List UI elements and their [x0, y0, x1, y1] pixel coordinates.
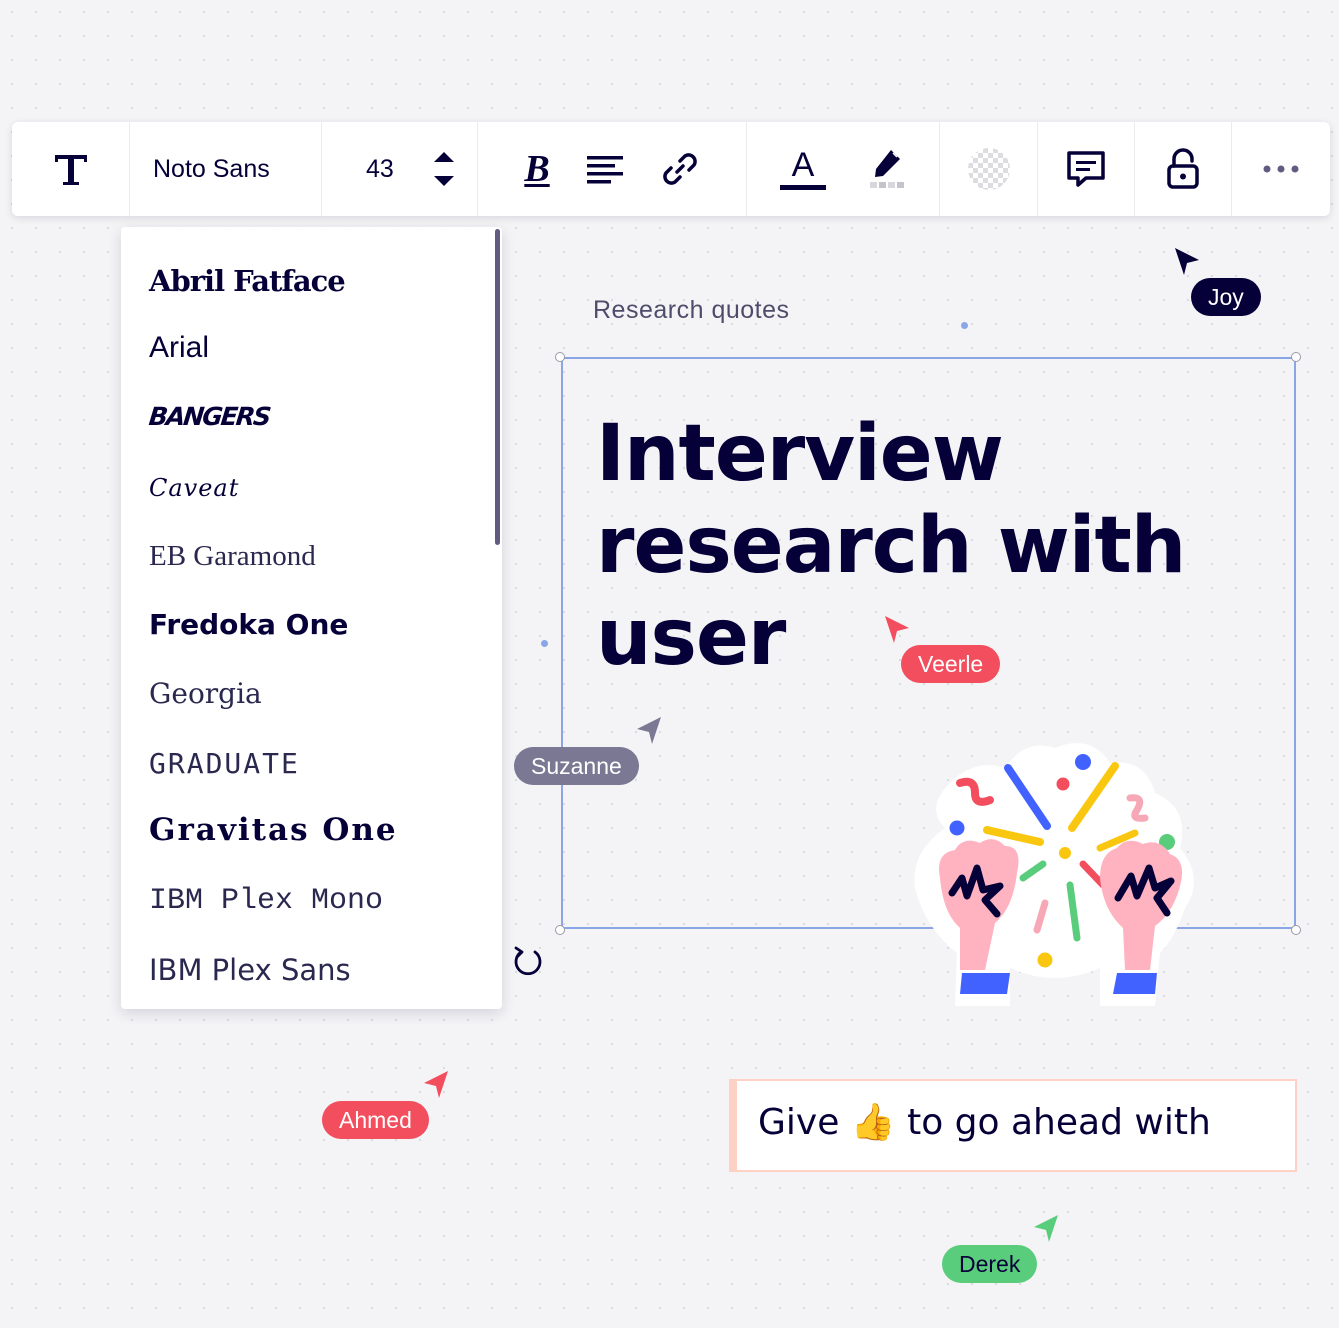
- decrease-size-icon[interactable]: [433, 176, 454, 186]
- font-option-caveat[interactable]: Caveat: [149, 463, 239, 513]
- text-color-bar: [780, 185, 826, 190]
- derek-cursor-icon: [1034, 1215, 1058, 1242]
- text-color-button[interactable]: A: [779, 148, 827, 190]
- font-option-fredoka-one[interactable]: Fredoka One: [149, 600, 348, 650]
- font-family-select[interactable]: Noto Sans: [130, 122, 322, 216]
- resize-handle-bottom-right[interactable]: [1291, 925, 1301, 935]
- collaborator-label-derek: Derek: [942, 1245, 1038, 1283]
- font-option-georgia[interactable]: Georgia: [149, 669, 262, 719]
- sticky-note[interactable]: Give 👍 to go ahead with: [729, 1079, 1297, 1172]
- font-option-abril-fatface[interactable]: Abril Fatface: [149, 256, 346, 306]
- connector-dot-left[interactable]: [541, 640, 548, 647]
- more-options-button[interactable]: [1232, 122, 1330, 216]
- font-option-gravitas-one[interactable]: Gravitas One: [149, 805, 398, 855]
- font-family-value: Noto Sans: [153, 154, 270, 183]
- resize-handle-top-right[interactable]: [1291, 352, 1301, 362]
- resize-handle-top-left[interactable]: [555, 352, 565, 362]
- collaborator-label-suzanne: Suzanne: [514, 747, 639, 785]
- increase-size-icon[interactable]: [433, 152, 454, 162]
- collaborator-label-ahmed: Ahmed: [322, 1101, 429, 1139]
- font-size-stepper[interactable]: [433, 152, 454, 186]
- format-group: B: [478, 122, 747, 216]
- font-option-ibm-plex-mono[interactable]: IBM Plex Mono: [149, 876, 383, 926]
- suzanne-cursor-icon: [637, 717, 661, 744]
- resize-handle-bottom-left[interactable]: [555, 925, 565, 935]
- font-option-arial[interactable]: Arial: [149, 323, 209, 373]
- note-text-after: to go ahead with: [907, 1102, 1211, 1143]
- color-group: A: [747, 122, 940, 216]
- align-left-icon: [586, 156, 623, 184]
- highlight-button[interactable]: [867, 147, 907, 191]
- collaborator-label-veerle: Veerle: [901, 645, 1001, 683]
- more-horizontal-icon: [1263, 165, 1299, 173]
- fill-color-button[interactable]: [940, 122, 1038, 216]
- text-tool-button[interactable]: [12, 122, 130, 216]
- bold-icon: B: [524, 148, 550, 190]
- unlock-icon: [1167, 148, 1199, 189]
- collaborator-label-joy: Joy: [1191, 278, 1261, 316]
- frame-label[interactable]: Research quotes: [593, 296, 790, 325]
- note-text-before: Give: [758, 1102, 840, 1143]
- bold-button[interactable]: B: [524, 150, 549, 188]
- thumbs-up-emoji: 👍: [850, 1102, 896, 1143]
- font-option-graduate[interactable]: GRADUATE: [149, 739, 300, 789]
- text-t-icon: [54, 155, 87, 185]
- joy-cursor-icon: [1175, 248, 1199, 275]
- rotate-icon[interactable]: [510, 944, 544, 978]
- text-color-icon: A: [791, 146, 815, 184]
- celebration-illustration: [914, 743, 1194, 1006]
- font-option-ibm-plex-sans[interactable]: IBM Plex Sans: [149, 945, 351, 995]
- font-size-control: 43: [322, 122, 478, 216]
- font-dropdown: Abril Fatface Arial BANGERS Caveat EB Ga…: [121, 227, 502, 1009]
- connector-dot-top[interactable]: [961, 322, 968, 329]
- sticky-note-text: Give 👍 to go ahead with: [758, 1101, 1211, 1143]
- font-size-value[interactable]: 43: [366, 155, 394, 184]
- lock-button[interactable]: [1135, 122, 1232, 216]
- font-option-eb-garamond[interactable]: EB Garamond: [149, 531, 316, 581]
- veerle-cursor-icon: [885, 616, 909, 643]
- dropdown-scrollbar[interactable]: [495, 229, 500, 545]
- ahmed-cursor-icon: [424, 1071, 448, 1098]
- align-button[interactable]: [586, 154, 624, 184]
- transparent-fill-icon: [967, 148, 1010, 190]
- link-button[interactable]: [660, 149, 700, 189]
- font-option-bangers[interactable]: BANGERS: [146, 392, 271, 442]
- comment-button[interactable]: [1038, 122, 1135, 216]
- highlighter-icon: [870, 150, 904, 188]
- comment-icon: [1067, 151, 1105, 187]
- text-toolbar: Noto Sans 43 B A: [12, 122, 1330, 216]
- link-icon: [662, 153, 697, 185]
- headline-text[interactable]: Interview research with user: [596, 408, 1236, 684]
